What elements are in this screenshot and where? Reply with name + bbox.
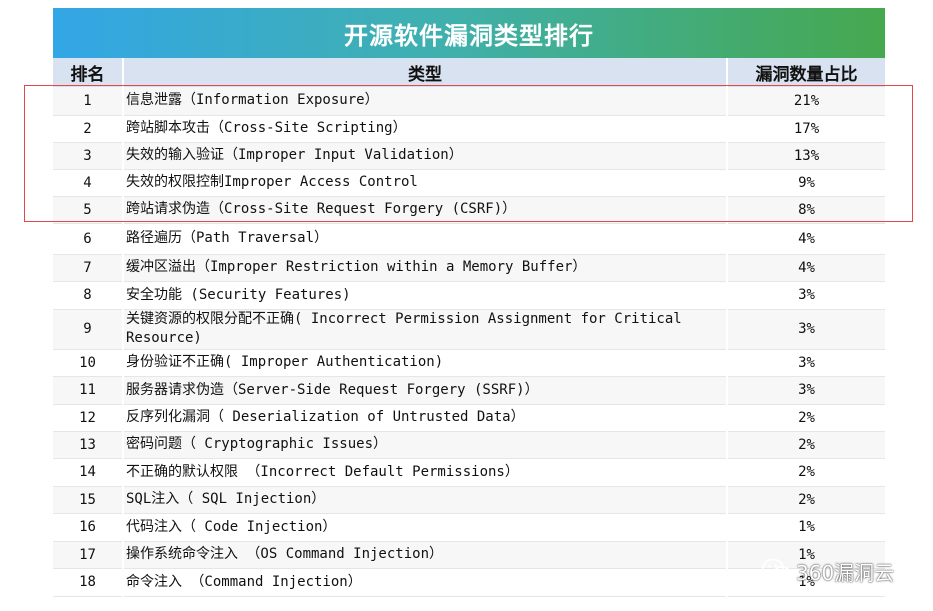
rank-cell: 8 xyxy=(53,281,124,310)
table-row: 15 SQL注入（ SQL Injection） 2% xyxy=(53,486,885,514)
share-cell: 17% xyxy=(727,115,885,143)
type-cell: 跨站请求伪造（Cross-Site Request Forgery (CSRF)… xyxy=(123,196,728,224)
table-row: 12 反序列化漏洞（ Deserialization of Untrusted D… xyxy=(53,404,885,432)
type-cell: 反序列化漏洞（ Deserialization of Untrusted Dat… xyxy=(123,404,728,432)
table-row: 2 跨站脚本攻击（Cross-Site Scripting） 17% xyxy=(53,115,885,143)
table-title: 开源软件漏洞类型排行 xyxy=(53,8,885,58)
type-cell: 失效的输入验证（Improper Input Validation） xyxy=(123,142,728,170)
header-share: 漏洞数量占比 xyxy=(727,58,885,87)
share-cell: 4% xyxy=(727,223,885,255)
share-cell: 1% xyxy=(727,513,885,542)
type-cell: 身份验证不正确( Improper Authentication) xyxy=(123,349,728,377)
share-cell: 3% xyxy=(727,376,885,405)
type-cell: 路径遍历（Path Traversal） xyxy=(123,223,728,255)
table-row: 6 路径遍历（Path Traversal） 4% xyxy=(53,223,885,255)
share-cell: 2% xyxy=(727,431,885,459)
rank-cell: 3 xyxy=(53,142,124,170)
share-cell: 3% xyxy=(727,349,885,377)
share-cell: 8% xyxy=(727,196,885,224)
rank-cell: 5 xyxy=(53,196,124,224)
share-cell: 2% xyxy=(727,404,885,432)
header-type: 类型 xyxy=(123,58,728,87)
rank-cell: 9 xyxy=(53,309,124,350)
rank-cell: 13 xyxy=(53,431,124,459)
share-cell: 2% xyxy=(727,486,885,514)
type-cell: 代码注入（ Code Injection） xyxy=(123,513,728,542)
table-header-row: 排名 类型 漏洞数量占比 xyxy=(53,58,885,87)
table-row: 4 失效的权限控制Improper Access Control 9% xyxy=(53,169,885,197)
type-cell: SQL注入（ SQL Injection） xyxy=(123,486,728,514)
table-row: 8 安全功能 (Security Features) 3% xyxy=(53,281,885,310)
table-row: 5 跨站请求伪造（Cross-Site Request Forgery (CSRF… xyxy=(53,196,885,224)
rank-cell: 12 xyxy=(53,404,124,432)
rank-cell: 10 xyxy=(53,349,124,377)
type-cell: 跨站脚本攻击（Cross-Site Scripting） xyxy=(123,115,728,143)
table-row: 7 缓冲区溢出（Improper Restriction within a Mem… xyxy=(53,254,885,282)
rank-cell: 4 xyxy=(53,169,124,197)
table-row: 14 不正确的默认权限 （Incorrect Default Permission… xyxy=(53,458,885,487)
share-cell: 21% xyxy=(727,87,885,116)
vulnerability-ranking-table: 排名 类型 漏洞数量占比 1 信息泄露（Information Exposure）… xyxy=(53,58,885,597)
table-row: 3 失效的输入验证（Improper Input Validation） 13% xyxy=(53,142,885,170)
share-cell: 3% xyxy=(727,309,885,350)
rank-cell: 14 xyxy=(53,458,124,487)
type-cell: 命令注入 （Command Injection） xyxy=(123,568,728,597)
type-cell: 密码问题（ Cryptographic Issues） xyxy=(123,431,728,459)
ranking-table-container: 开源软件漏洞类型排行 排名 类型 漏洞数量占比 1 信息泄露（Informatio… xyxy=(53,8,885,597)
share-cell: 2% xyxy=(727,458,885,487)
rank-cell: 2 xyxy=(53,115,124,143)
wechat-icon xyxy=(762,558,792,582)
table-row: 10 身份验证不正确( Improper Authentication) 3% xyxy=(53,349,885,377)
rank-cell: 7 xyxy=(53,254,124,282)
type-cell: 安全功能 (Security Features) xyxy=(123,281,728,310)
watermark: 360漏洞云 xyxy=(762,553,912,589)
type-cell: 关键资源的权限分配不正确( Incorrect Permission Assig… xyxy=(123,309,728,350)
table-row: 13 密码问题（ Cryptographic Issues） 2% xyxy=(53,431,885,459)
rank-cell: 6 xyxy=(53,223,124,255)
table-row: 9 关键资源的权限分配不正确( Incorrect Permission Assi… xyxy=(53,309,885,350)
type-cell: 失效的权限控制Improper Access Control xyxy=(123,169,728,197)
share-cell: 3% xyxy=(727,281,885,310)
rank-cell: 17 xyxy=(53,541,124,569)
table-row: 11 服务器请求伪造（Server-Side Request Forgery (S… xyxy=(53,376,885,405)
table-body: 1 信息泄露（Information Exposure） 21% 2 跨站脚本攻击（Cr… xyxy=(53,87,885,597)
share-cell: 9% xyxy=(727,169,885,197)
share-cell: 13% xyxy=(727,142,885,170)
table-row: 18 命令注入 （Command Injection） 1% xyxy=(53,568,885,597)
rank-cell: 1 xyxy=(53,87,124,116)
watermark-text: 360漏洞云 xyxy=(796,560,895,585)
rank-cell: 16 xyxy=(53,513,124,542)
type-cell: 不正确的默认权限 （Incorrect Default Permissions） xyxy=(123,458,728,487)
share-cell: 4% xyxy=(727,254,885,282)
table-row: 16 代码注入（ Code Injection） 1% xyxy=(53,513,885,542)
table-row: 17 操作系统命令注入 （OS Command Injection） 1% xyxy=(53,541,885,569)
rank-cell: 11 xyxy=(53,376,124,405)
rank-cell: 15 xyxy=(53,486,124,514)
rank-cell: 18 xyxy=(53,568,124,597)
header-rank: 排名 xyxy=(53,58,124,87)
type-cell: 信息泄露（Information Exposure） xyxy=(123,87,728,116)
type-cell: 操作系统命令注入 （OS Command Injection） xyxy=(123,541,728,569)
table-row: 1 信息泄露（Information Exposure） 21% xyxy=(53,87,885,116)
type-cell: 缓冲区溢出（Improper Restriction within a Memo… xyxy=(123,254,728,282)
type-cell: 服务器请求伪造（Server-Side Request Forgery (SSR… xyxy=(123,376,728,405)
